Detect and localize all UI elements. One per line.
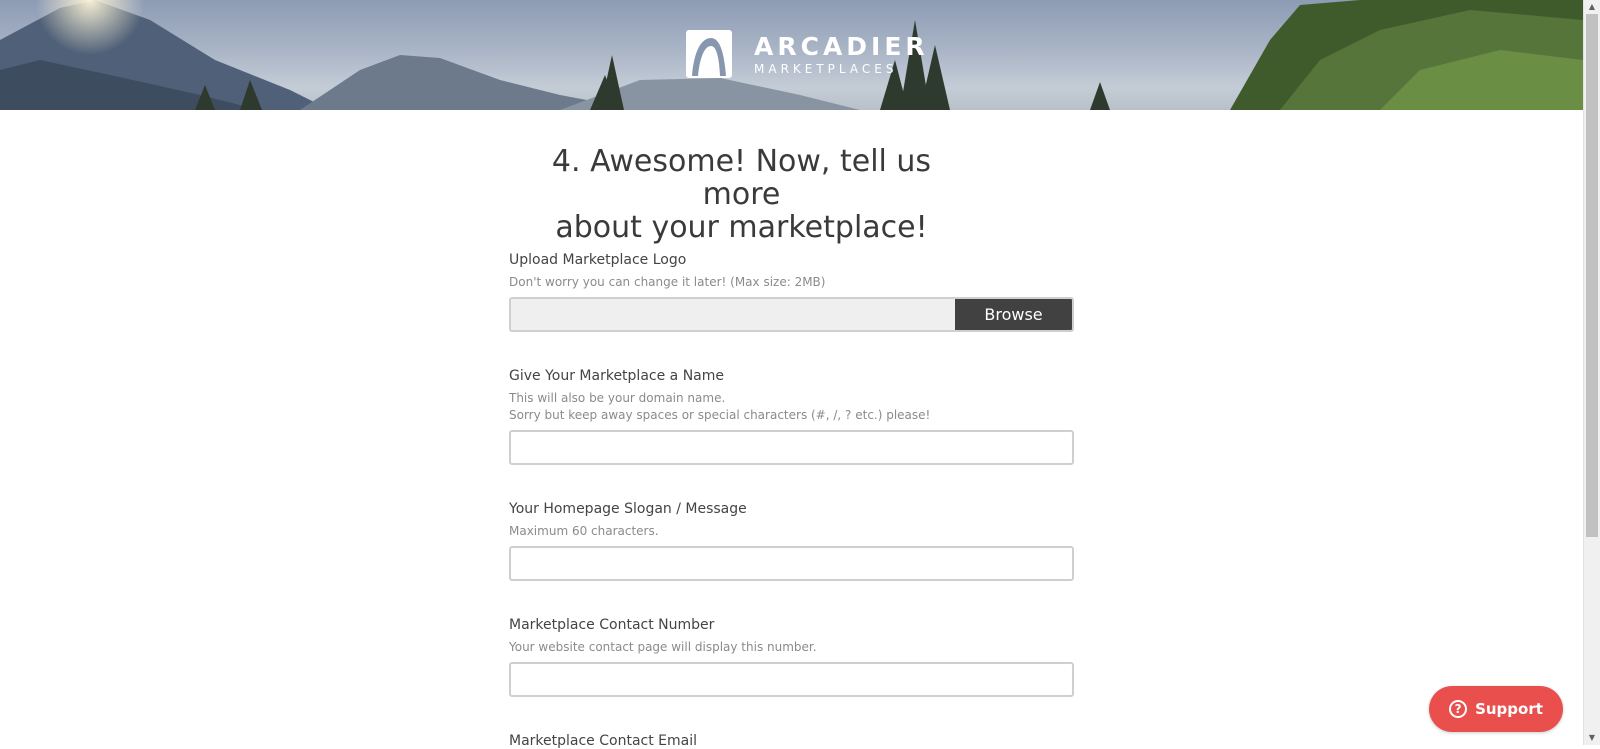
contact-number-label: Marketplace Contact Number	[509, 617, 715, 633]
support-button[interactable]: ? Support	[1429, 686, 1563, 732]
brand-subtitle: MARKETPLACES	[754, 61, 898, 76]
header-banner: ARCADIER MARKETPLACES	[0, 0, 1583, 110]
page-title: 4. Awesome! Now, tell us more about your…	[509, 145, 974, 244]
title-line-2: about your marketplace!	[555, 210, 928, 245]
marketplace-details-form: 4. Awesome! Now, tell us more about your…	[509, 145, 1074, 749]
scroll-up-arrow-icon[interactable]: ▲	[1584, 0, 1600, 14]
logo-file-display[interactable]	[511, 299, 955, 330]
marketplace-name-input[interactable]	[509, 430, 1074, 465]
slogan-input[interactable]	[509, 546, 1074, 581]
marketplace-name-label: Give Your Marketplace a Name	[509, 368, 724, 384]
title-line-1: 4. Awesome! Now, tell us more	[551, 144, 932, 212]
support-label: Support	[1475, 700, 1543, 718]
logo-file-picker: Browse	[509, 297, 1074, 332]
contact-email-label: Marketplace Contact Email	[509, 733, 698, 749]
browse-button[interactable]: Browse	[955, 299, 1072, 330]
brand-name: ARCADIER	[754, 31, 929, 61]
logo-upload-help: Don't worry you can change it later! (Ma…	[509, 275, 826, 289]
contact-number-field: Marketplace Contact Number Your website …	[509, 617, 1074, 697]
marketplace-name-help-2: Sorry but keep away spaces or special ch…	[509, 408, 931, 422]
logo-upload-label: Upload Marketplace Logo	[509, 252, 687, 268]
slogan-help: Maximum 60 characters.	[509, 524, 659, 538]
contact-email-field: Marketplace Contact Email	[509, 733, 1074, 749]
marketplace-name-help-1: This will also be your domain name.	[509, 391, 726, 405]
help-circle-icon: ?	[1449, 700, 1468, 718]
arch-logo-icon	[686, 30, 732, 78]
arcadier-logo[interactable]: ARCADIER MARKETPLACES	[686, 30, 929, 78]
slogan-label: Your Homepage Slogan / Message	[509, 501, 747, 517]
page-scrollbar[interactable]: ▲ ▼	[1583, 0, 1600, 745]
scroll-down-arrow-icon[interactable]: ▼	[1584, 731, 1600, 745]
contact-number-help: Your website contact page will display t…	[509, 640, 817, 654]
marketplace-name-field: Give Your Marketplace a Name This will a…	[509, 368, 1074, 465]
scrollbar-thumb[interactable]	[1586, 14, 1598, 537]
slogan-field: Your Homepage Slogan / Message Maximum 6…	[509, 501, 1074, 581]
contact-number-input[interactable]	[509, 662, 1074, 697]
logo-upload-field: Upload Marketplace Logo Don't worry you …	[509, 252, 1074, 332]
